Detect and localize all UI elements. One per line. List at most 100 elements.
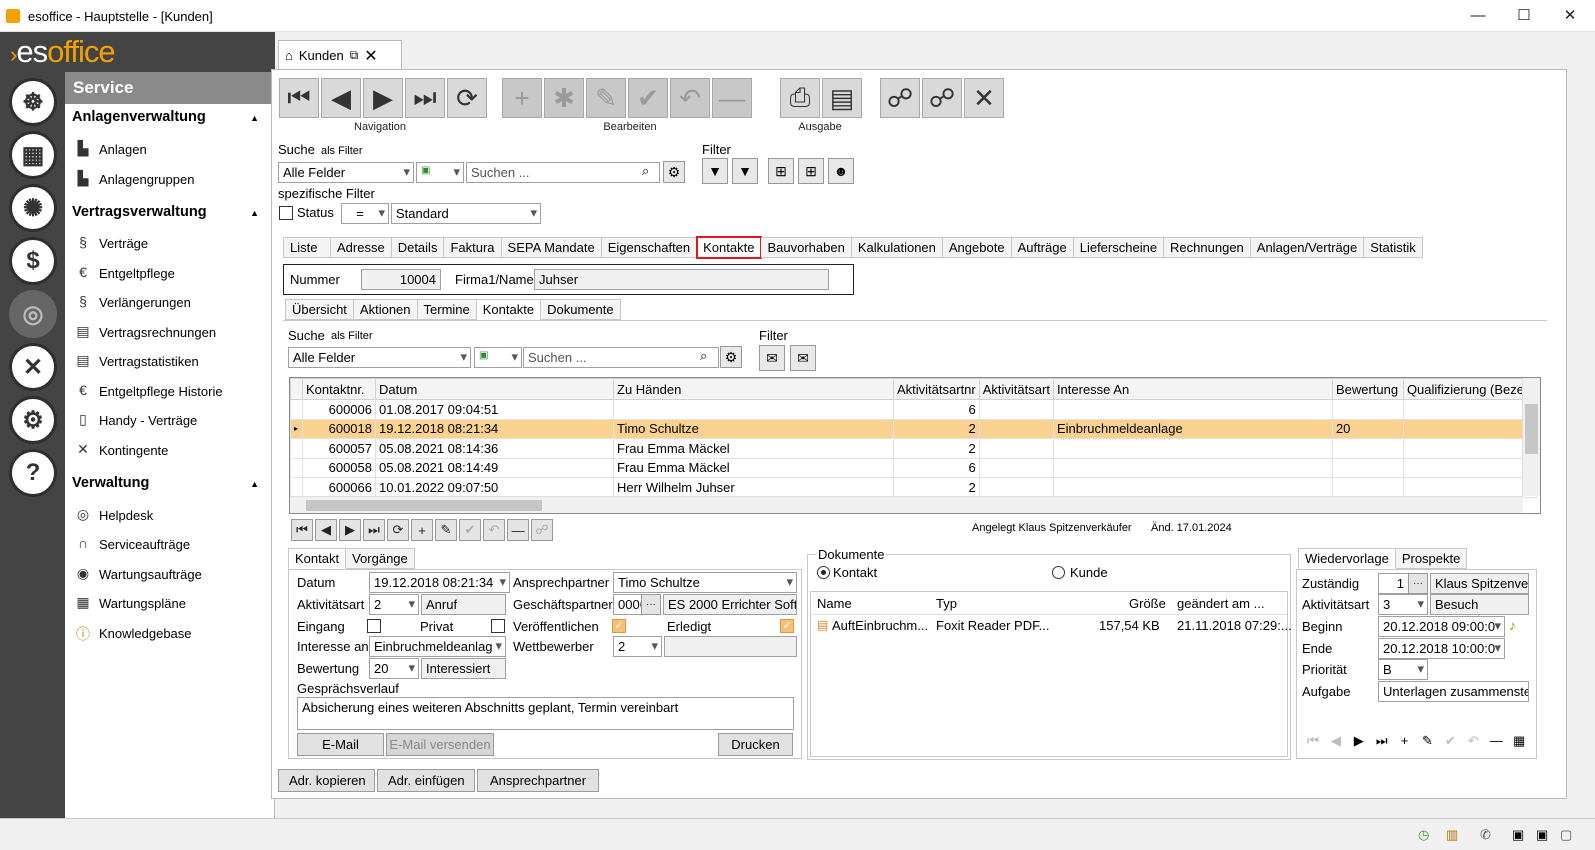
sidebar-item-serviceauftraege[interactable]: ∩ Serviceaufträge (73, 535, 190, 553)
lock-alt-icon[interactable]: ▣ (1536, 827, 1548, 843)
sidebar-item-verlaengerungen[interactable]: § Verlängerungen (73, 293, 191, 311)
tab-sepa-mandate[interactable]: SEPA Mandate (501, 237, 602, 258)
ende-field[interactable]: 20.12.2018 10:00:0 (1378, 638, 1505, 659)
sidebar-item-kontingente[interactable]: ✕ Kontingente (73, 441, 168, 459)
ansprechpartner-button[interactable]: Ansprechpartner (477, 769, 599, 792)
close-tab-icon[interactable]: ✕ (364, 46, 377, 66)
sidebar-item-vertragstatistiken[interactable]: ▤ Vertragstatistiken (73, 352, 198, 370)
wv-delete-button[interactable]: — (1485, 733, 1507, 755)
print-list-button[interactable]: ▤ (822, 78, 862, 118)
tab-rechnungen[interactable]: Rechnungen (1164, 237, 1251, 258)
wv-next-button[interactable]: ▶ (1348, 733, 1370, 755)
grid-refresh-button[interactable]: ⟳ (387, 519, 409, 541)
last-record-button[interactable]: ⏭ (405, 78, 445, 118)
print-button[interactable]: ⎙ (780, 78, 820, 118)
filter-icon[interactable]: ▼ (702, 158, 728, 184)
status-operator[interactable]: = (341, 203, 389, 224)
timer-icon[interactable]: ◷ (1418, 827, 1429, 843)
doc-col-geaendert[interactable]: geändert am ... (1177, 596, 1264, 611)
filter-check-icon[interactable]: ▼ (732, 158, 758, 184)
building-icon[interactable]: ▥ (1446, 827, 1458, 843)
wv-edit-button[interactable]: ✎ (1417, 733, 1439, 755)
search-settings-icon[interactable]: ⚙ (663, 161, 685, 183)
tab-angebote[interactable]: Angebote (942, 237, 1012, 258)
wvtab-prospekte[interactable]: Prospekte (1395, 548, 1468, 569)
vertical-scrollbar[interactable] (1522, 378, 1540, 496)
search-mode-select[interactable]: ▣ (416, 162, 464, 183)
wv-last-button[interactable]: ⏭ (1371, 733, 1393, 755)
doc-col-name[interactable]: Name (817, 596, 852, 611)
col-datum[interactable]: Datum (375, 378, 614, 400)
print-detail-button[interactable]: Drucken (718, 733, 793, 756)
sidebar-item-entgeltpflege[interactable]: € Entgeltpflege (73, 264, 175, 282)
grid-save-button[interactable]: ✔ (459, 519, 481, 541)
sidebar-item-wartungsplaene[interactable]: ▦ Wartungspläne (73, 594, 186, 612)
save-button[interactable]: ✔ (628, 78, 668, 118)
adr-einfuegen-button[interactable]: Adr. einfügen (377, 769, 475, 792)
col-kontaktnr[interactable]: Kontaktnr. (302, 378, 376, 400)
email-send-button[interactable]: E-Mail versenden (386, 733, 494, 756)
tab-details[interactable]: Details (391, 237, 445, 258)
datum-field[interactable]: 19.12.2018 08:21:34 (369, 572, 510, 593)
user-icon[interactable]: ☻ (828, 158, 854, 184)
col-interesse-an[interactable]: Interesse An (1052, 378, 1333, 400)
wv-first-button[interactable]: ⏮ (1302, 733, 1324, 755)
table-row-selected[interactable]: ▸ 600018 19.12.2018 08:21:34 Timo Schultze 2… (290, 418, 1538, 439)
tab-faktura[interactable]: Faktura (444, 237, 502, 258)
refresh-button[interactable]: ⟳ (447, 78, 487, 118)
contacts-mode-select[interactable]: ▣ (474, 347, 522, 368)
next-record-button[interactable]: ▶ (363, 78, 403, 118)
doc-col-groesse[interactable]: Größe (1129, 596, 1166, 611)
col-zu-haenden[interactable]: Zu Händen (613, 378, 894, 400)
collapse-icon[interactable]: ▲ (250, 479, 259, 489)
run-fast-icon[interactable]: ☍ (922, 78, 962, 118)
tab-kalkulationen[interactable]: Kalkulationen (851, 237, 943, 258)
wv-undo-button[interactable]: ↶ (1462, 733, 1484, 755)
wv-prev-button[interactable]: ◀ (1325, 733, 1347, 755)
prev-record-button[interactable]: ◀ (321, 78, 361, 118)
subtab-aktionen[interactable]: Aktionen (353, 299, 418, 320)
tab-eigenschaften[interactable]: Eigenschaften (601, 237, 698, 258)
tab-adresse[interactable]: Adresse (331, 237, 392, 258)
sidebar-item-handy-vertraege[interactable]: ▯ Handy - Verträge (73, 411, 197, 429)
table-row[interactable]: 600006 01.08.2017 09:04:51 6 (290, 399, 1538, 420)
search-icon[interactable]: ⌕ (642, 163, 649, 179)
detailtab-kontakt[interactable]: Kontakt (288, 548, 347, 569)
filter-contact-alt-icon[interactable]: ✉ (790, 345, 816, 371)
sidebar-item-anlagengruppen[interactable]: ▙ Anlagengruppen (73, 170, 195, 188)
list-item[interactable]: ▤ AuftEinbruchm... Foxit Reader PDF... 1… (811, 616, 1292, 636)
beginn-field[interactable]: 20.12.2018 09:00:0 (1378, 616, 1505, 637)
grid-next-button[interactable]: ▶ (339, 519, 361, 541)
sidebar-item-anlagen[interactable]: ▙ Anlagen (73, 140, 147, 158)
status-checkbox[interactable] (279, 206, 293, 220)
run-icon[interactable]: ☍ (880, 78, 920, 118)
filter-contact-icon[interactable]: ✉ (759, 345, 785, 371)
collapse-icon[interactable]: ▲ (250, 113, 259, 123)
col-qualifizierung[interactable]: Qualifizierung (Bezeic (1402, 378, 1538, 400)
grid-add-button[interactable]: + (411, 519, 433, 541)
tab-kontakte[interactable]: Kontakte (696, 236, 763, 259)
horizontal-scrollbar[interactable] (290, 496, 1523, 513)
veroeff-checkbox[interactable]: ✓ (612, 619, 626, 633)
prio-field[interactable]: B (1378, 659, 1428, 680)
tab-bauvorhaben[interactable]: Bauvorhaben (761, 237, 852, 258)
eingang-checkbox[interactable] (367, 619, 381, 633)
gp-lookup-button[interactable]: ··· (641, 594, 661, 615)
bell-icon[interactable]: ♪ (1509, 617, 1516, 633)
table-row[interactable]: 600058 05.08.2021 08:14:49 Frau Emma Mäcke… (290, 457, 1538, 478)
filter-tree-down-icon[interactable]: ⊞ (798, 158, 824, 184)
wv-add-button[interactable]: + (1394, 733, 1416, 755)
aktart-nr-field[interactable]: 2 (369, 594, 419, 615)
sidebar-item-wartungsauftraege[interactable]: ◉ Wartungsaufträge (73, 565, 202, 583)
subtab-dokumente[interactable]: Dokumente (541, 299, 621, 320)
sidebar-item-vertragsrechnungen[interactable]: ▤ Vertragsrechnungen (73, 323, 216, 341)
radio-kontakt[interactable] (817, 566, 830, 579)
doc-tab-kunden[interactable]: ⌂ Kunden ⧉ ✕ (278, 40, 402, 70)
sidebar-item-knowledgebase[interactable]: ⓘ Knowledgebase (73, 624, 192, 643)
first-record-button[interactable]: ⏮ (279, 78, 319, 118)
sidebar-item-entgeltpflege-historie[interactable]: € Entgeltpflege Historie (73, 382, 222, 400)
table-row[interactable]: 600066 10.01.2022 09:07:50 Herr Wilhelm Ju… (290, 477, 1538, 498)
group-vertragsverwaltung[interactable]: Vertragsverwaltung ▲ (65, 204, 265, 220)
doc-col-typ[interactable]: Typ (936, 596, 957, 611)
subtab-uebersicht[interactable]: Übersicht (285, 299, 354, 320)
